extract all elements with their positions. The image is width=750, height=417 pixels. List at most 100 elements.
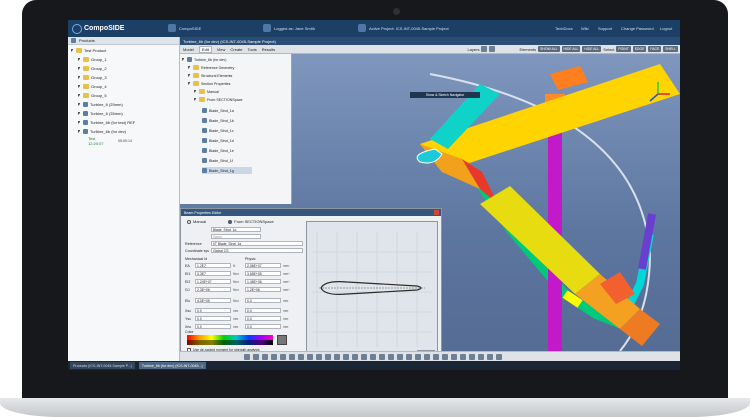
- tree-item-group-2[interactable]: Group_2: [78, 64, 107, 72]
- tree-item-turbine-25mm[interactable]: Turbine_6 (25mm): [78, 100, 123, 108]
- analysis-icon[interactable]: [406, 353, 412, 360]
- chevron-down-icon[interactable]: [78, 129, 81, 133]
- screenshot-icon[interactable]: [487, 353, 493, 360]
- beam-icon[interactable]: [343, 353, 349, 360]
- point-icon[interactable]: [298, 353, 304, 360]
- prop-value-2[interactable]: 1.45E+06: [245, 279, 281, 284]
- move-icon[interactable]: [280, 353, 286, 360]
- prop-value-1[interactable]: 1.24E+07: [195, 279, 231, 284]
- reference-field[interactable]: I/T Blade_Strut_1g: [211, 241, 303, 246]
- section-preview[interactable]: Edit: [306, 221, 438, 359]
- chevron-right-icon[interactable]: [78, 102, 81, 106]
- tree-item-turbine-dev[interactable]: Turbine_6b (for dev): [78, 127, 126, 135]
- st-item-blade-strut-1a[interactable]: Blade_Strut_1a: [202, 107, 234, 114]
- st-item-manual[interactable]: Manual: [194, 88, 219, 95]
- chevron-down-icon[interactable]: [182, 58, 185, 61]
- products-header[interactable]: Products: [68, 37, 179, 45]
- tree-item-group-3[interactable]: Group_3: [78, 73, 107, 81]
- prop-value-2[interactable]: 0.0: [245, 324, 281, 329]
- zoom-icon[interactable]: [424, 353, 430, 360]
- st-item-blade-strut-1g[interactable]: Blade_Strut_1g: [202, 167, 252, 174]
- home-icon[interactable]: [168, 24, 176, 32]
- rotate-icon[interactable]: [289, 353, 295, 360]
- name-placeholder-field[interactable]: Name: [211, 234, 261, 239]
- st-item-blade-strut-1c[interactable]: Blade_Strut_1c: [202, 127, 234, 134]
- menu-model[interactable]: Model: [183, 47, 194, 52]
- solid-icon[interactable]: [361, 353, 367, 360]
- app-logo[interactable]: CompoSIDE: [72, 23, 124, 34]
- chevron-down-icon[interactable]: [71, 48, 74, 52]
- nav-support[interactable]: Support: [598, 26, 612, 31]
- section-tool-icon[interactable]: [397, 353, 403, 360]
- results-icon[interactable]: [415, 353, 421, 360]
- st-item-reference-geometry[interactable]: Reference Geometry: [188, 64, 234, 71]
- view-iso-icon[interactable]: [451, 353, 457, 360]
- menu-create[interactable]: Create: [230, 47, 242, 52]
- prop-value-1[interactable]: 4.0E+05: [195, 298, 231, 303]
- nav-techdocs[interactable]: TechDocs: [555, 26, 573, 31]
- prop-value-1[interactable]: 0.0: [195, 308, 231, 313]
- hide-all-button-2[interactable]: HIDE ALL: [582, 46, 602, 52]
- undo-icon[interactable]: [253, 353, 259, 360]
- nav-wiki[interactable]: Wiki: [581, 26, 589, 31]
- prop-value-1[interactable]: 1.2E7: [195, 263, 231, 268]
- chevron-right-icon[interactable]: [78, 84, 81, 88]
- task-turbine[interactable]: Turbine_6b (for dev) (ICS-INT-0045...): [138, 362, 206, 369]
- st-item-structural-elements[interactable]: Structural Elements: [188, 72, 232, 79]
- mode-section-radio[interactable]: From SECTIONSpace: [228, 219, 274, 224]
- st-item-from-sectionspace[interactable]: From SECTIONSpace: [194, 96, 243, 103]
- layers-icon-2[interactable]: [489, 46, 496, 52]
- shell-icon[interactable]: [352, 353, 358, 360]
- prop-value-2[interactable]: 0.0: [245, 308, 281, 313]
- nav-logout[interactable]: Logout: [660, 26, 672, 31]
- selected-color-swatch[interactable]: [277, 335, 287, 345]
- chevron-right-icon[interactable]: [188, 74, 191, 77]
- mesh-icon[interactable]: [334, 353, 340, 360]
- chevron-right-icon[interactable]: [78, 66, 81, 70]
- view-front-icon[interactable]: [469, 353, 475, 360]
- prop-value-2[interactable]: 0.0: [245, 298, 281, 303]
- select-point-button[interactable]: POINT: [616, 46, 631, 52]
- menu-edit[interactable]: Edit: [198, 45, 212, 53]
- eye-icon[interactable]: [478, 353, 484, 360]
- load-icon[interactable]: [370, 353, 376, 360]
- constraint-icon[interactable]: [379, 353, 385, 360]
- menu-view[interactable]: View: [217, 47, 226, 52]
- nav-change-password[interactable]: Change Password: [621, 26, 654, 31]
- active-project-label[interactable]: Active Project: ICS-INT-0045-Sample Proj…: [369, 26, 449, 31]
- tree-sub-item-test[interactable]: Test 12:20:07: [88, 136, 104, 148]
- select-shell-button[interactable]: SHELL: [663, 46, 678, 52]
- color-palette[interactable]: [187, 335, 273, 345]
- tree-item-group-4[interactable]: Group_4: [78, 82, 107, 90]
- tree-item-group-5[interactable]: Group_5: [78, 91, 107, 99]
- layers-icon[interactable]: [481, 46, 488, 52]
- select-edge-button[interactable]: EDGE: [632, 46, 647, 52]
- navigator-tooltip[interactable]: Show & Sketch Navigator: [410, 92, 480, 98]
- close-icon[interactable]: [434, 210, 439, 215]
- select-face-button[interactable]: FACE: [648, 46, 662, 52]
- st-item-section-properties[interactable]: Section Properties: [188, 80, 230, 87]
- fit-icon[interactable]: [433, 353, 439, 360]
- st-item-blade-strut-1d[interactable]: Blade_Strut_1d: [202, 137, 234, 144]
- tree-item-group-1[interactable]: Group_1: [78, 55, 107, 63]
- mode-manual-radio[interactable]: Manual: [187, 219, 206, 224]
- coord-select[interactable]: Global CS: [211, 248, 303, 253]
- prop-value-1[interactable]: 0.0: [195, 324, 231, 329]
- st-item-blade-strut-1b[interactable]: Blade_Strut_1b: [202, 117, 234, 124]
- prop-value-2[interactable]: 1.2E+06: [245, 287, 281, 292]
- pan-icon[interactable]: [442, 353, 448, 360]
- menu-tools[interactable]: Tools: [247, 47, 256, 52]
- save-icon[interactable]: [244, 353, 250, 360]
- chevron-down-icon[interactable]: [194, 98, 197, 101]
- chevron-down-icon[interactable]: [188, 82, 191, 85]
- tree-item-turbine-35mm[interactable]: Turbine_6 (35mm): [78, 109, 123, 117]
- menu-results[interactable]: Results: [262, 47, 275, 52]
- settings-icon[interactable]: [496, 353, 502, 360]
- chevron-right-icon[interactable]: [194, 90, 197, 93]
- chevron-right-icon[interactable]: [78, 75, 81, 79]
- tree-item-test-product[interactable]: Test Product: [71, 46, 106, 54]
- chevron-right-icon[interactable]: [188, 66, 191, 69]
- surface-icon[interactable]: [325, 353, 331, 360]
- name-field[interactable]: Blade_Strut_1g: [211, 227, 261, 232]
- prop-value-1[interactable]: 0.0: [195, 316, 231, 321]
